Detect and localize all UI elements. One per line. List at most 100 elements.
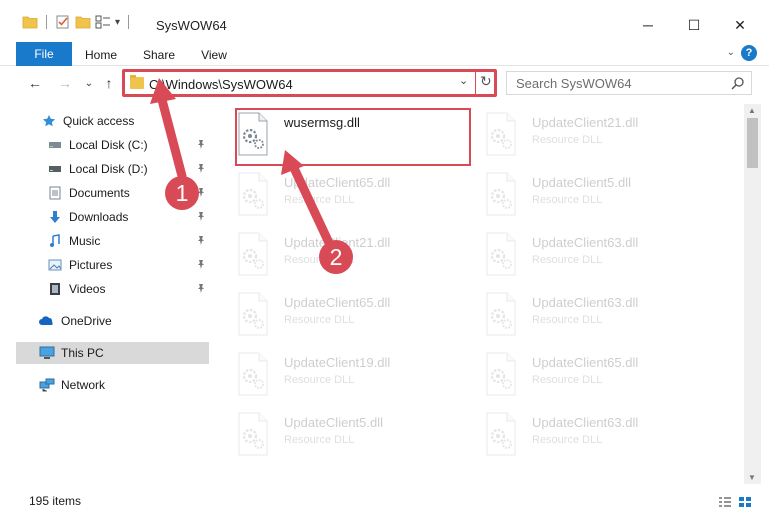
dll-file-icon <box>486 352 516 396</box>
refresh-button[interactable]: ↻ <box>480 73 492 90</box>
file-item[interactable]: UpdateClient5.dll Resource DLL <box>484 168 724 224</box>
downloads-icon <box>47 209 63 225</box>
folder-icon <box>130 75 144 89</box>
pin-icon[interactable] <box>196 283 206 293</box>
network-icon <box>39 377 55 393</box>
drive-icon <box>47 137 63 153</box>
sidebar-item-label: Local Disk (C:) <box>69 138 148 152</box>
vertical-scrollbar[interactable]: ▲ ▼ <box>744 104 761 484</box>
new-folder-icon[interactable] <box>75 15 91 29</box>
navigation-bar: ← → ⌄ ↑ C:\Windows\SysWOW64 ⌄ ↻ Search S… <box>0 66 769 102</box>
file-name: UpdateClient65.dll <box>532 355 639 370</box>
file-item[interactable]: UpdateClient21.dll Resource DLL <box>236 228 476 284</box>
file-item[interactable]: UpdateClient19.dll Resource DLL <box>236 348 476 404</box>
sidebar-item-this-pc[interactable]: This PC <box>16 342 209 364</box>
customize-icon[interactable] <box>95 15 111 29</box>
file-name: UpdateClient21.dll <box>284 235 391 250</box>
file-item[interactable]: UpdateClient63.dll Resource DLL <box>484 408 724 464</box>
file-type: Resource DLL <box>284 254 355 266</box>
search-placeholder: Search SysWOW64 <box>516 76 632 91</box>
ribbon-tabs: File Home Share View <box>0 40 769 66</box>
recent-locations-button[interactable]: ⌄ <box>80 74 98 92</box>
file-name: UpdateClient63.dll <box>532 295 639 310</box>
folder-icon[interactable] <box>22 15 38 29</box>
items-count: 195 items <box>29 494 82 508</box>
sidebar-item-label: Music <box>69 234 101 248</box>
tab-home[interactable]: Home <box>80 44 122 66</box>
file-name: UpdateClient63.dll <box>532 415 639 430</box>
file-name: UpdateClient19.dll <box>284 355 391 370</box>
file-name: UpdateClient65.dll <box>284 175 391 190</box>
maximize-button[interactable]: ☐ <box>671 10 717 40</box>
pin-icon[interactable] <box>196 187 206 197</box>
sidebar-item-label: Quick access <box>63 114 135 128</box>
file-item[interactable]: UpdateClient21.dll Resource DLL <box>484 108 724 164</box>
file-type: Resource DLL <box>532 314 603 326</box>
scroll-down-icon[interactable]: ▼ <box>748 473 756 482</box>
file-type: Resource DLL <box>284 374 355 386</box>
music-icon <box>47 233 63 249</box>
address-dropdown-button[interactable]: ⌄ <box>459 74 468 87</box>
tab-share[interactable]: Share <box>138 44 180 66</box>
address-path[interactable]: C:\Windows\SysWOW64 <box>149 77 293 92</box>
pin-icon[interactable] <box>196 163 206 173</box>
back-button[interactable]: ← <box>26 74 44 92</box>
file-item[interactable]: UpdateClient63.dll Resource DLL <box>484 288 724 344</box>
forward-button[interactable]: → <box>56 74 74 92</box>
file-item[interactable]: UpdateClient65.dll Resource DLL <box>484 348 724 404</box>
status-bar: 195 items <box>0 490 769 512</box>
title-bar: ▾ SysWOW64 ─ ☐ ✕ <box>0 0 769 40</box>
pin-icon[interactable] <box>196 235 206 245</box>
file-item[interactable]: UpdateClient5.dll Resource DLL <box>236 408 476 464</box>
pin-icon[interactable] <box>196 139 206 149</box>
file-name: UpdateClient65.dll <box>284 295 391 310</box>
file-item[interactable]: UpdateClient65.dll Resource DLL <box>236 168 476 224</box>
address-divider <box>475 72 476 94</box>
tab-view[interactable]: View <box>196 44 232 66</box>
sidebar-item-label: Network <box>61 378 106 392</box>
scroll-up-icon[interactable]: ▲ <box>748 106 756 115</box>
file-type: Resource DLL <box>532 134 603 146</box>
sidebar-item-downloads[interactable]: Downloads <box>0 206 210 228</box>
documents-icon <box>47 185 63 201</box>
sidebar-item-label: Documents <box>69 186 130 200</box>
pin-icon[interactable] <box>196 259 206 269</box>
minimize-button[interactable]: ─ <box>625 10 671 40</box>
up-button[interactable]: ↑ <box>100 74 118 92</box>
qat-overflow-button[interactable]: ▾ <box>115 17 120 28</box>
sidebar-item-network[interactable]: Network <box>0 374 210 396</box>
dll-file-icon <box>238 172 268 216</box>
file-type: Resource DLL <box>284 194 355 206</box>
sidebar-item-label: Pictures <box>69 258 113 272</box>
file-item[interactable]: UpdateClient65.dll Resource DLL <box>236 288 476 344</box>
file-name: UpdateClient63.dll <box>532 235 639 250</box>
sidebar-item-onedrive[interactable]: OneDrive <box>0 310 210 332</box>
ribbon-collapse-button[interactable]: ⌄ <box>727 47 735 58</box>
sidebar-item-local-disk-d[interactable]: Local Disk (D:) <box>0 158 210 180</box>
details-view-icon[interactable] <box>718 496 732 508</box>
sidebar-item-local-disk-c[interactable]: Local Disk (C:) <box>0 134 210 156</box>
dll-file-icon <box>486 112 516 156</box>
sidebar-item-music[interactable]: Music <box>0 230 210 252</box>
properties-icon[interactable] <box>55 14 71 30</box>
pin-icon[interactable] <box>196 211 206 221</box>
file-name: UpdateClient5.dll <box>532 175 632 190</box>
window-title: SysWOW64 <box>156 18 227 33</box>
file-item[interactable]: UpdateClient63.dll Resource DLL <box>484 228 724 284</box>
address-bar[interactable]: C:\Windows\SysWOW64 ⌄ ↻ <box>122 69 497 97</box>
tab-file[interactable]: File <box>16 42 72 66</box>
sidebar-item-videos[interactable]: Videos <box>0 278 210 300</box>
sidebar-item-documents[interactable]: Documents <box>0 182 210 204</box>
large-icons-view-icon[interactable] <box>738 496 752 508</box>
sidebar-item-quick-access[interactable]: Quick access <box>0 110 210 132</box>
file-type: Resource DLL <box>284 314 355 326</box>
dll-file-icon <box>238 232 268 276</box>
search-input[interactable]: Search SysWOW64 <box>506 71 752 95</box>
scrollbar-thumb[interactable] <box>747 118 758 168</box>
search-icon[interactable] <box>731 76 745 90</box>
file-name: UpdateClient5.dll <box>284 415 384 430</box>
sidebar-item-pictures[interactable]: Pictures <box>0 254 210 276</box>
help-button[interactable]: ? <box>741 45 757 61</box>
close-button[interactable]: ✕ <box>717 10 763 40</box>
dll-file-icon <box>486 412 516 456</box>
